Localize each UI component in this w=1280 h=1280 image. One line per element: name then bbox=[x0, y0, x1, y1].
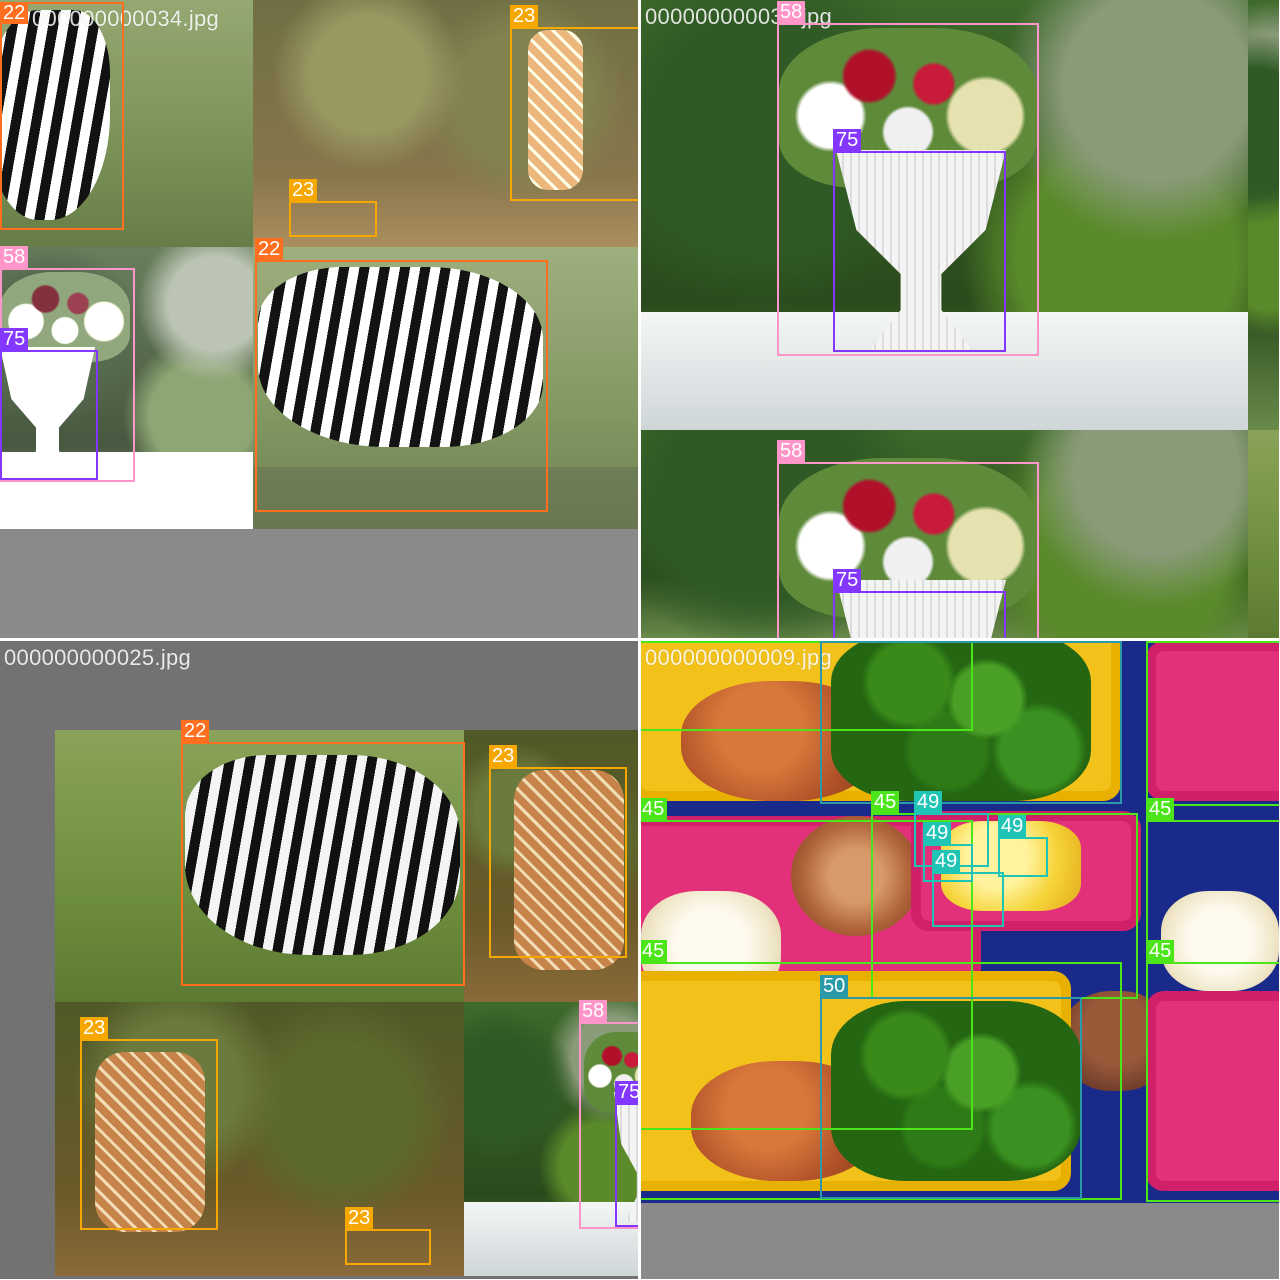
class-label: 75 bbox=[615, 1081, 638, 1103]
vase-photo-edge bbox=[1248, 0, 1279, 430]
bounding-box[interactable]: 23 bbox=[489, 745, 627, 958]
class-label: 58 bbox=[0, 246, 29, 268]
bounding-box[interactable]: 23 bbox=[345, 1207, 431, 1265]
mosaic-grid: 000000000034.jpg 22 23 23 22 58 75 00000… bbox=[0, 0, 1280, 1280]
class-label: 49 bbox=[923, 822, 952, 844]
class-label: 23 bbox=[489, 745, 518, 767]
bounding-box[interactable]: 23 bbox=[289, 179, 377, 237]
garden-edge bbox=[1248, 430, 1279, 638]
class-label: 50 bbox=[820, 975, 849, 997]
bounding-box[interactable]: 22 bbox=[181, 720, 465, 986]
image-filename: 000000000025.jpg bbox=[4, 645, 192, 670]
mosaic-tile-9: 000000000009.jpg 45 50 45 45 45 49 49 49… bbox=[641, 641, 1279, 1279]
class-label: 45 bbox=[1146, 798, 1175, 820]
class-label: 22 bbox=[255, 238, 284, 260]
bounding-box[interactable]: 50 bbox=[820, 975, 1082, 1199]
bounding-box[interactable]: 22 bbox=[0, 2, 124, 230]
bounding-box[interactable]: 75 bbox=[615, 1081, 638, 1227]
class-label: 45 bbox=[641, 798, 668, 820]
bounding-box[interactable]: 75 bbox=[0, 328, 98, 480]
class-label: 58 bbox=[777, 1, 806, 23]
mosaic-tile-25: 000000000025.jpg 22 23 23 23 58 75 bbox=[0, 641, 638, 1279]
class-label: 23 bbox=[80, 1017, 109, 1039]
class-label: 23 bbox=[345, 1207, 374, 1229]
bounding-box[interactable]: 49 bbox=[998, 815, 1048, 877]
mosaic-tile-30: 000000000030.jpg 58 75 58 75 bbox=[641, 0, 1279, 638]
class-label: 58 bbox=[777, 440, 806, 462]
class-label: 23 bbox=[289, 179, 318, 201]
class-label: 49 bbox=[914, 791, 943, 813]
class-label: 22 bbox=[0, 2, 29, 24]
bounding-box[interactable]: 22 bbox=[255, 238, 548, 512]
bounding-box[interactable]: 50 bbox=[820, 641, 1122, 804]
bounding-box[interactable]: 75 bbox=[833, 129, 1006, 352]
bounding-box[interactable]: 45 bbox=[1146, 940, 1279, 1202]
class-label: 45 bbox=[871, 791, 900, 813]
class-label: 75 bbox=[0, 328, 29, 350]
class-label: 49 bbox=[998, 815, 1027, 837]
class-label: 22 bbox=[181, 720, 210, 742]
bounding-box[interactable]: 45 bbox=[1146, 641, 1279, 806]
class-label: 75 bbox=[833, 569, 862, 591]
class-label: 45 bbox=[641, 940, 668, 962]
class-label: 75 bbox=[833, 129, 862, 151]
class-label: 45 bbox=[1146, 940, 1175, 962]
padding-area bbox=[0, 529, 638, 638]
padding-area bbox=[641, 1203, 1279, 1279]
bounding-box[interactable]: 23 bbox=[510, 5, 638, 201]
bounding-box[interactable]: 23 bbox=[80, 1017, 218, 1230]
mosaic-tile-34: 000000000034.jpg 22 23 23 22 58 75 bbox=[0, 0, 638, 638]
bounding-box[interactable]: 49 bbox=[932, 850, 1004, 927]
bounding-box[interactable]: 75 bbox=[833, 569, 1006, 638]
class-label: 49 bbox=[932, 850, 961, 872]
class-label: 23 bbox=[510, 5, 539, 27]
class-label: 58 bbox=[579, 1000, 608, 1022]
